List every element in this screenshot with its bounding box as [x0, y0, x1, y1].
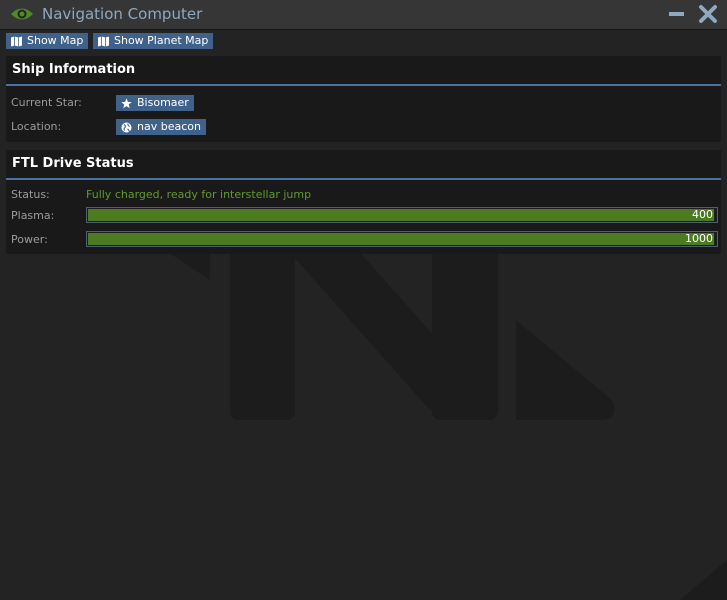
globe-icon — [121, 122, 132, 132]
show-planet-map-label: Show Planet Map — [114, 34, 209, 47]
star-icon — [121, 97, 132, 108]
ftl-drive-status-title: FTL Drive Status — [6, 150, 721, 180]
power-value: 1000 — [685, 232, 713, 245]
title-bar[interactable]: Navigation Computer — [0, 0, 727, 30]
toolbar: Show Map Show Planet Map — [0, 30, 727, 52]
power-label: Power: — [11, 233, 48, 246]
current-star-value: Bisomaer — [137, 96, 189, 109]
location-label: Location: — [11, 120, 62, 133]
plasma-value: 400 — [692, 208, 713, 221]
current-star-button[interactable]: Bisomaer — [116, 95, 194, 111]
location-button[interactable]: nav beacon — [116, 119, 206, 135]
show-map-button[interactable]: Show Map — [6, 33, 89, 49]
plasma-bar: 400 — [86, 207, 718, 223]
plasma-label: Plasma: — [11, 209, 55, 222]
plasma-bar-fill — [88, 209, 714, 221]
ship-information-section: Ship Information Current Star: Bisomaer … — [6, 56, 721, 142]
show-map-label: Show Map — [27, 34, 84, 47]
map-icon — [11, 36, 22, 46]
map-icon — [98, 36, 109, 46]
ftl-drive-status-section: FTL Drive Status Status: Fully charged, … — [6, 150, 721, 254]
eye-icon — [11, 8, 33, 20]
location-value: nav beacon — [137, 120, 201, 133]
minimize-icon — [669, 12, 684, 16]
navigation-computer-window: Navigation Computer Show Map Show Planet… — [0, 0, 727, 600]
close-icon — [699, 5, 717, 23]
status-label: Status: — [11, 188, 50, 201]
window-title: Navigation Computer — [42, 5, 203, 23]
power-bar: 1000 — [86, 231, 718, 247]
current-star-label: Current Star: — [11, 96, 82, 109]
show-planet-map-button[interactable]: Show Planet Map — [93, 33, 214, 49]
status-value: Fully charged, ready for interstellar ju… — [86, 188, 312, 201]
close-button[interactable] — [698, 4, 718, 24]
power-bar-fill — [88, 233, 714, 245]
minimize-button[interactable] — [667, 4, 687, 24]
ship-information-title: Ship Information — [6, 56, 721, 86]
